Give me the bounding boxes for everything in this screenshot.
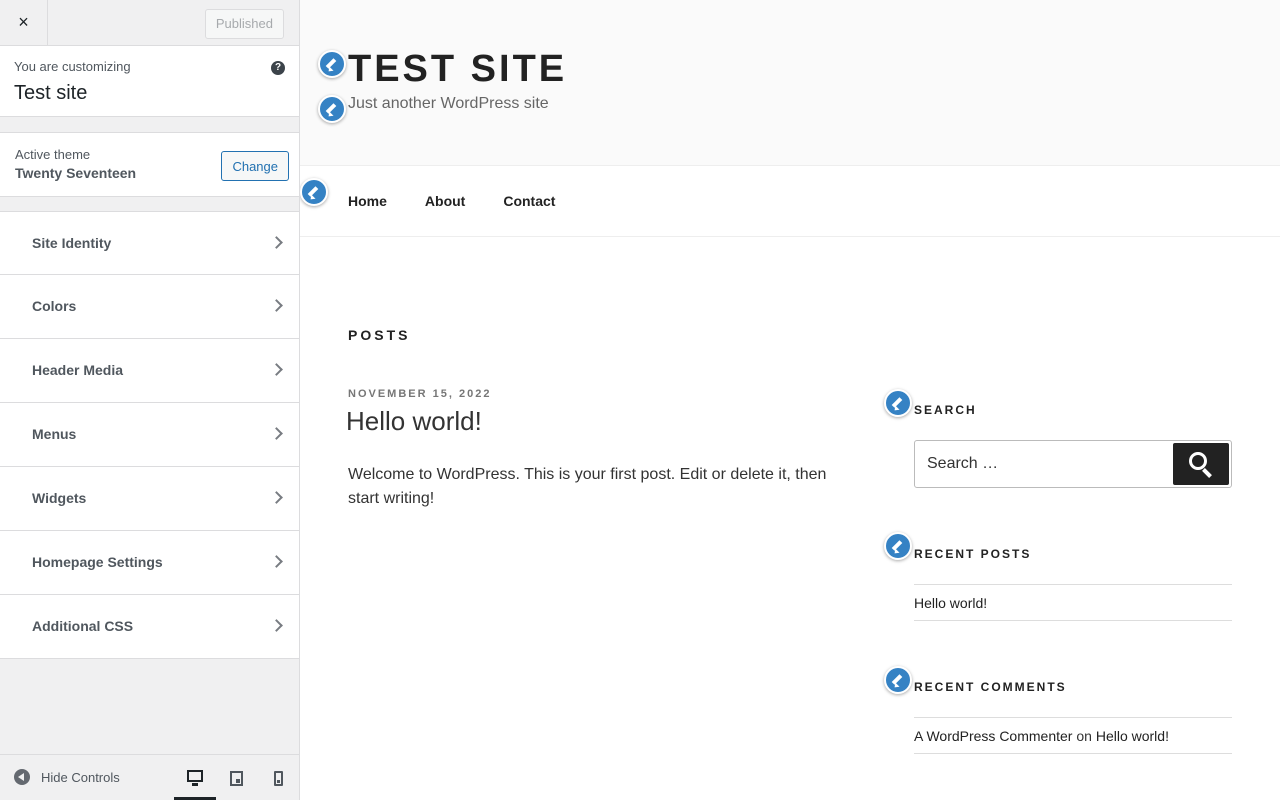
edit-site-title-pencil-icon[interactable] (318, 50, 346, 78)
edit-recent-posts-pencil-icon[interactable] (884, 532, 912, 560)
post-title[interactable]: Hello world! (346, 406, 482, 437)
theme-name: Twenty Seventeen (15, 165, 137, 181)
chevron-right-icon (270, 363, 283, 376)
customizing-info: You are customizing Test site ? (0, 46, 299, 117)
site-name[interactable]: TEST SITE (348, 48, 567, 91)
customizer-sidebar: × Published You are customizing Test sit… (0, 0, 300, 800)
site-header: TEST SITE Just another WordPress site (300, 0, 1280, 166)
close-icon[interactable]: × (0, 0, 48, 45)
published-button[interactable]: Published (204, 9, 284, 39)
section-header-media[interactable]: Header Media (0, 339, 299, 403)
site-navigation: Home About Contact (300, 166, 1280, 237)
tablet-icon (229, 770, 243, 786)
chevron-right-icon (270, 491, 283, 504)
post-excerpt: Welcome to WordPress. This is your first… (348, 466, 827, 507)
nav-link-about[interactable]: About (425, 193, 465, 209)
hide-controls-label: Hide Controls (41, 769, 120, 785)
edit-menu-pencil-icon[interactable] (300, 178, 328, 206)
section-label: Additional CSS (32, 618, 134, 634)
customizing-site-title: Test site (14, 82, 88, 104)
customizer-sections: Site Identity Colors Header Media Menus … (0, 211, 299, 659)
active-theme-label: Active theme (15, 147, 91, 162)
section-label: Homepage Settings (32, 554, 163, 570)
active-theme-panel: Active theme Twenty Seventeen Change (0, 132, 299, 197)
chevron-right-icon (270, 299, 283, 312)
customizer-footer: Hide Controls (0, 754, 299, 800)
nav-link-contact[interactable]: Contact (503, 193, 555, 209)
site-description: Just another WordPress site (348, 95, 549, 112)
section-colors[interactable]: Colors (0, 275, 299, 339)
section-label: Widgets (32, 490, 87, 506)
section-menus[interactable]: Menus (0, 403, 299, 467)
edit-tagline-pencil-icon[interactable] (318, 95, 346, 123)
site-preview: TEST SITE Just another WordPress site Ho… (300, 0, 1280, 800)
recent-post-link[interactable]: Hello world! (914, 595, 987, 611)
recent-posts-title: RECENT POSTS (914, 547, 1032, 561)
collapse-arrow-icon (14, 769, 30, 785)
comment-on-text: on (1076, 728, 1092, 744)
section-additional-css[interactable]: Additional CSS (0, 595, 299, 659)
recent-posts-list: Hello world! (914, 584, 1232, 621)
section-label: Menus (32, 426, 77, 442)
posts-heading: POSTS (348, 327, 411, 343)
chevron-right-icon (270, 427, 283, 440)
comment-author-link[interactable]: A WordPress Commenter (914, 728, 1072, 744)
section-label: Site Identity (32, 235, 112, 251)
post-date[interactable]: NOVEMBER 15, 2022 (348, 388, 491, 400)
search-submit-button[interactable] (1173, 443, 1229, 485)
search-form (914, 440, 1232, 488)
recent-comment: A WordPress Commenter on Hello world! (914, 728, 1169, 744)
nav-link-home[interactable]: Home (348, 193, 387, 209)
help-icon[interactable]: ? (271, 61, 285, 75)
edit-recent-comments-pencil-icon[interactable] (884, 666, 912, 694)
search-widget-title: SEARCH (914, 403, 977, 417)
preview-tablet-button[interactable] (215, 755, 257, 800)
section-label: Header Media (32, 362, 124, 378)
chevron-right-icon (270, 236, 283, 249)
chevron-right-icon (270, 619, 283, 632)
section-label: Colors (32, 298, 77, 314)
recent-comments-title: RECENT COMMENTS (914, 680, 1067, 694)
comment-post-link[interactable]: Hello world! (1096, 728, 1169, 744)
recent-comments-list: A WordPress Commenter on Hello world! (914, 717, 1232, 754)
chevron-right-icon (270, 555, 283, 568)
section-widgets[interactable]: Widgets (0, 467, 299, 531)
preview-mobile-button[interactable] (257, 755, 299, 800)
mobile-icon (273, 770, 283, 786)
hide-controls-button[interactable]: Hide Controls (14, 769, 120, 785)
customizing-label: You are customizing (14, 59, 131, 74)
change-theme-button[interactable]: Change (221, 151, 289, 181)
edit-search-widget-pencil-icon[interactable] (884, 389, 912, 417)
preview-desktop-button[interactable] (174, 755, 216, 800)
search-input[interactable] (915, 441, 1173, 487)
section-homepage-settings[interactable]: Homepage Settings (0, 531, 299, 595)
section-site-identity[interactable]: Site Identity (0, 211, 299, 275)
customizer-header: × Published (0, 0, 299, 46)
desktop-icon (187, 770, 203, 786)
search-icon-handle (1202, 468, 1212, 478)
